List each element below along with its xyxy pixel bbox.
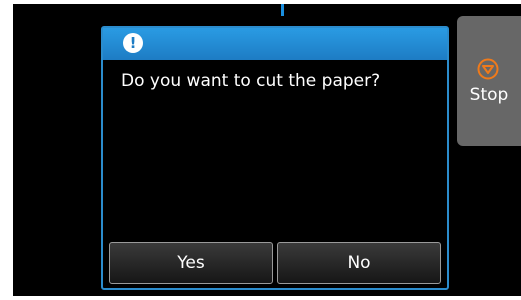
- confirm-dialog: ! Do you want to cut the paper? Yes No: [101, 26, 449, 290]
- exclamation-icon: !: [123, 33, 143, 53]
- panel-screen: ! Do you want to cut the paper? Yes No S…: [13, 4, 521, 296]
- no-button[interactable]: No: [277, 242, 441, 284]
- yes-button[interactable]: Yes: [109, 242, 273, 284]
- dialog-header: !: [103, 28, 447, 60]
- stop-label: Stop: [469, 85, 509, 105]
- top-indicator: [281, 4, 284, 16]
- stop-icon: [477, 58, 499, 80]
- stop-button[interactable]: Stop: [457, 16, 521, 146]
- dialog-message: Do you want to cut the paper?: [121, 71, 381, 91]
